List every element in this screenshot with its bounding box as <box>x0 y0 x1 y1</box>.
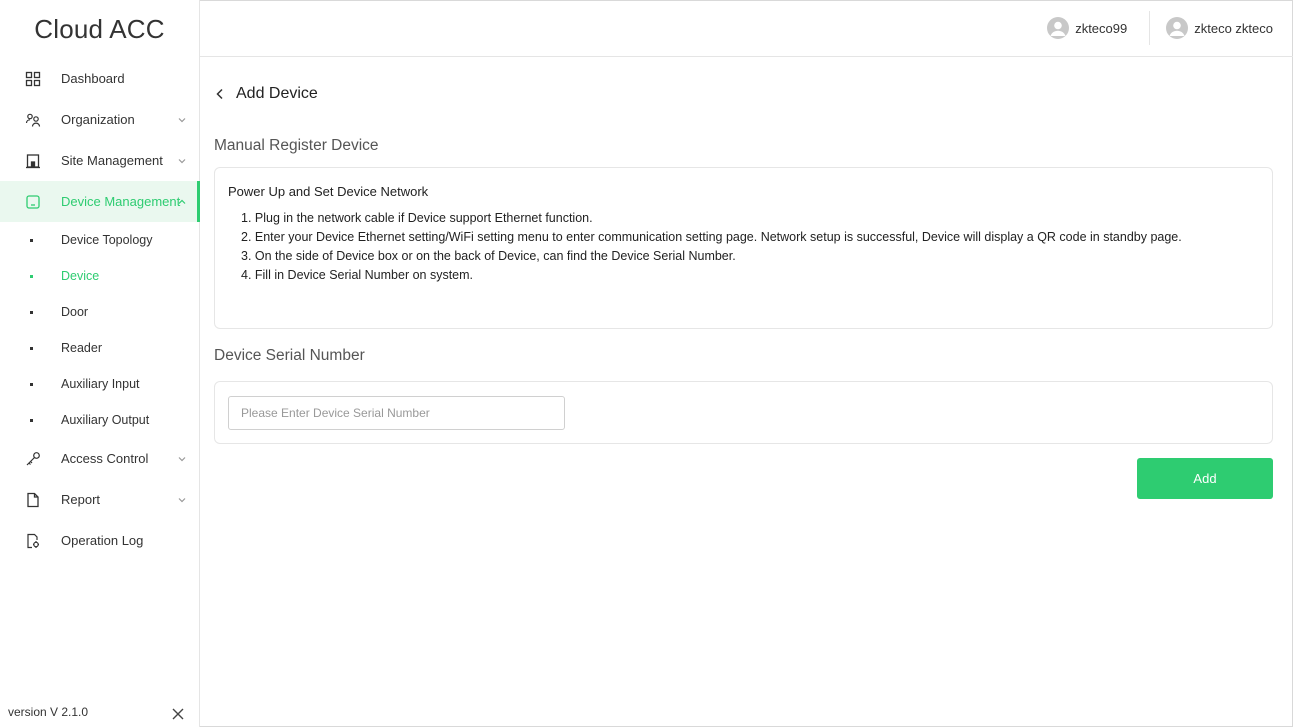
bullet-icon <box>30 274 33 278</box>
username: zkteco99 <box>1075 20 1128 36</box>
sidebar-subitem-label: Auxiliary Input <box>61 377 140 391</box>
sidebar-subitem-label: Reader <box>61 341 102 355</box>
sidebar-item-label: Site Management <box>61 153 163 168</box>
bullet-icon <box>30 418 33 422</box>
chevron-down-icon <box>178 158 186 163</box>
instruction-step: 1. Plug in the network cable if Device s… <box>241 211 593 225</box>
organization-icon <box>25 112 41 128</box>
avatar-icon <box>1047 17 1070 39</box>
instructions-card: Power Up and Set Device Network 1. Plug … <box>214 167 1273 329</box>
sidebar-item-report[interactable]: Report <box>0 479 199 520</box>
chevron-up-icon <box>178 199 186 204</box>
instruction-step: 3. On the side of Device box or on the b… <box>241 249 736 263</box>
sidebar-subitem-label: Door <box>61 305 89 319</box>
sidebar-subitem-auxiliary-output[interactable]: Auxiliary Output <box>0 402 199 438</box>
top-header: zkteco99 zkteco zkteco <box>200 0 1293 57</box>
sidebar-subitem-door[interactable]: Door <box>0 294 199 330</box>
avatar-icon <box>1166 17 1189 39</box>
chevron-down-icon <box>178 117 186 122</box>
sidebar-item-label: Organization <box>61 112 135 127</box>
bullet-icon <box>30 238 33 242</box>
sidebar-item-label: Device Management <box>61 194 181 209</box>
header-divider <box>1149 11 1151 45</box>
sidebar-subitem-label: Device <box>61 269 100 283</box>
sidebar-item-operation-log[interactable]: Operation Log <box>0 520 199 561</box>
key-icon <box>25 451 41 467</box>
sidebar-item-label: Dashboard <box>61 71 125 86</box>
page-title: Add Device <box>236 85 318 102</box>
app-version: version V 2.1.0 <box>8 705 89 719</box>
sidebar-subitem-reader[interactable]: Reader <box>0 330 199 366</box>
app-logo: Cloud ACC <box>34 13 165 44</box>
instruction-step: 4. Fill in Device Serial Number on syste… <box>241 268 474 282</box>
chevron-down-icon <box>178 497 186 502</box>
sidebar-item-label: Access Control <box>61 451 149 466</box>
bullet-icon <box>30 310 33 314</box>
manual-register-title: Manual Register Device <box>214 137 379 154</box>
instructions-title: Power Up and Set Device Network <box>228 184 429 199</box>
sidebar-subitem-device[interactable]: Device <box>0 258 199 294</box>
close-icon[interactable] <box>171 707 185 721</box>
sidebar-item-organization[interactable]: Organization <box>0 99 199 140</box>
username: zkteco zkteco <box>1194 20 1273 36</box>
sidebar-item-site-management[interactable]: Site Management <box>0 140 199 181</box>
building-icon <box>25 153 41 169</box>
chevron-left-icon <box>216 88 223 100</box>
log-icon <box>25 533 41 549</box>
back-button[interactable]: Add Device <box>214 85 318 103</box>
instructions-steps: 1. Plug in the network cable if Device s… <box>228 209 1259 285</box>
document-icon <box>25 492 41 508</box>
sidebar-item-label: Operation Log <box>61 533 144 548</box>
bullet-icon <box>30 382 33 386</box>
sidebar-subitem-label: Auxiliary Output <box>61 413 150 427</box>
serial-number-title: Device Serial Number <box>214 347 365 364</box>
instruction-step: 2. Enter your Device Ethernet setting/Wi… <box>241 230 1182 244</box>
sidebar-subitem-auxiliary-input[interactable]: Auxiliary Input <box>0 366 199 402</box>
chevron-down-icon <box>178 456 186 461</box>
serial-number-input[interactable] <box>228 396 565 430</box>
sidebar-item-dashboard[interactable]: Dashboard <box>0 58 199 99</box>
sidebar-subitem-label: Device Topology <box>61 233 153 247</box>
device-icon <box>25 194 41 210</box>
bullet-icon <box>30 346 33 350</box>
user-menu-secondary[interactable]: zkteco zkteco <box>1166 17 1273 39</box>
user-menu-primary[interactable]: zkteco99 <box>1047 17 1127 39</box>
sidebar-item-label: Report <box>61 492 101 507</box>
add-button[interactable]: Add <box>1137 458 1273 499</box>
dashboard-icon <box>25 71 41 87</box>
sidebar-item-access-control[interactable]: Access Control <box>0 438 199 479</box>
sidebar-item-device-management[interactable]: Device Management <box>0 181 200 222</box>
serial-number-card <box>214 381 1273 444</box>
sidebar-subitem-device-topology[interactable]: Device Topology <box>0 222 199 258</box>
sidebar: Cloud ACC Dashboard Organization Site Ma… <box>0 0 200 727</box>
